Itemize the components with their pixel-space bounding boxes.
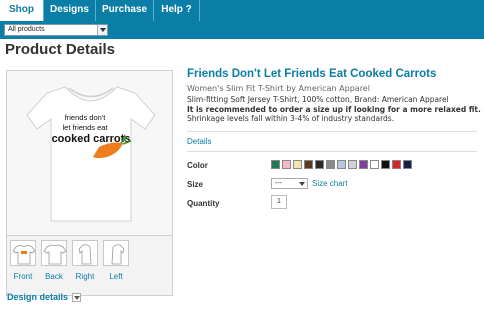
color-swatch[interactable]: [392, 160, 401, 169]
shrinkage-note: Shrinkage levels fall within 3-4% of ind…: [187, 114, 395, 123]
color-swatch[interactable]: [271, 160, 280, 169]
size-select[interactable]: ---: [271, 178, 308, 189]
thumb-left[interactable]: [103, 240, 129, 266]
tab-designs[interactable]: Designs: [44, 0, 96, 21]
sizing-note: It is recommended to order a size up if …: [187, 104, 481, 114]
quantity-input[interactable]: 1: [271, 195, 287, 209]
tab-help[interactable]: Help ?: [154, 0, 200, 21]
color-swatch[interactable]: [348, 160, 357, 169]
color-swatch[interactable]: [293, 160, 302, 169]
shirt-text-line-1: friends don't: [65, 113, 107, 122]
view-label-back[interactable]: Back: [37, 272, 71, 281]
color-swatch[interactable]: [370, 160, 379, 169]
details-link[interactable]: Details: [187, 137, 211, 146]
product-description: Slim-fitting Soft Jersey T-Shirt, 100% c…: [187, 95, 481, 124]
size-chart-link[interactable]: Size chart: [312, 179, 348, 188]
color-swatch[interactable]: [282, 160, 291, 169]
chevron-down-icon[interactable]: [72, 293, 81, 302]
view-label-front[interactable]: Front: [6, 272, 40, 281]
tshirt-back-icon: [43, 244, 67, 265]
color-label: Color: [187, 161, 208, 170]
quantity-label: Quantity: [187, 199, 220, 208]
tab-shop[interactable]: Shop: [0, 0, 44, 21]
color-swatch[interactable]: [304, 160, 313, 169]
thumb-back[interactable]: [41, 240, 67, 266]
tshirt-image: friends don't let friends eat cooked car…: [26, 86, 156, 222]
color-swatch[interactable]: [359, 160, 368, 169]
divider: [187, 151, 477, 152]
product-title: Friends Don't Let Friends Eat Cooked Car…: [187, 68, 437, 80]
product-filter-select[interactable]: All products: [4, 24, 108, 36]
view-label-left[interactable]: Left: [99, 272, 133, 281]
color-swatch[interactable]: [326, 160, 335, 169]
shirt-text-line-2: let friends eat: [62, 123, 108, 132]
color-swatch[interactable]: [337, 160, 346, 169]
tshirt-left-icon: [111, 244, 125, 265]
top-nav: Shop Designs Purchase Help ?: [0, 0, 484, 21]
color-swatch[interactable]: [381, 160, 390, 169]
product-image-panel: friends don't let friends eat cooked car…: [6, 70, 173, 236]
filter-bar: All products: [0, 21, 484, 39]
size-label: Size: [187, 180, 204, 189]
product-filter-value: All products: [8, 26, 45, 33]
view-label-right[interactable]: Right: [68, 272, 102, 281]
color-swatch[interactable]: [403, 160, 412, 169]
description-text: Slim-fitting Soft Jersey T-Shirt, 100% c…: [187, 95, 449, 104]
design-details-link[interactable]: Design details: [7, 292, 68, 302]
color-swatch[interactable]: [315, 160, 324, 169]
product-subtitle: Women's Slim Fit T-Shirt by American App…: [187, 84, 370, 93]
tshirt-front-icon: [12, 244, 36, 265]
page-title: Product Details: [5, 41, 116, 58]
chevron-down-icon: [97, 25, 107, 35]
tab-purchase[interactable]: Purchase: [96, 0, 154, 21]
tshirt-right-icon: [78, 244, 92, 265]
divider: [187, 131, 477, 132]
thumb-right[interactable]: [72, 240, 98, 266]
thumb-front[interactable]: [10, 240, 36, 266]
